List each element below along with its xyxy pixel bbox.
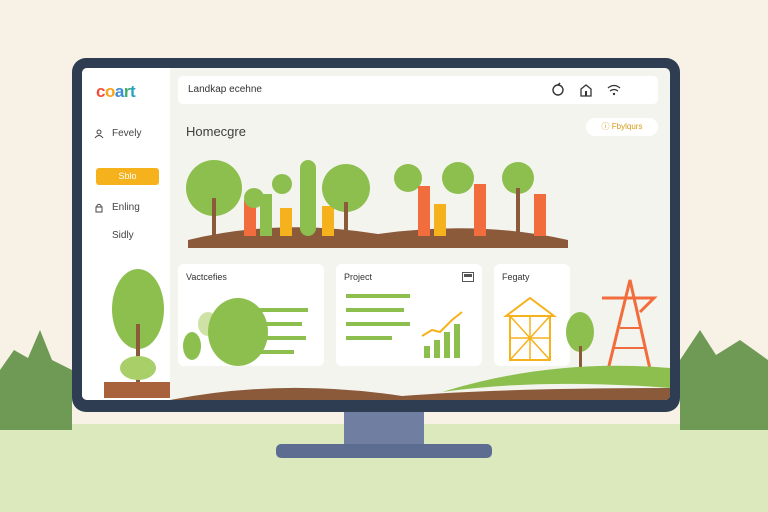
wifi-icon[interactable] (606, 82, 622, 98)
monitor-stand-neck (344, 412, 424, 446)
lock-icon (95, 203, 103, 212)
sidebar-item-sidly[interactable]: Sidly (112, 230, 134, 241)
sidebar-item-label: Enling (112, 202, 140, 213)
card-title: Project (344, 272, 373, 282)
ground-illustration (170, 365, 670, 400)
status-pill[interactable]: ⓘ Fbylqurs (586, 118, 658, 136)
sidebar-item-sblo[interactable]: Sblo (96, 168, 159, 185)
info-icon: ⓘ (601, 122, 612, 131)
monitor-frame: coart Fevely Sblo Enling Sidly Landkap e… (72, 58, 680, 412)
logo-letter: c (96, 82, 105, 101)
page-title: Homecgre (186, 124, 246, 139)
monitor-stand-base (276, 444, 492, 458)
logo-letter: t (129, 82, 136, 101)
refresh-icon[interactable] (550, 82, 566, 98)
logo-letter: a (114, 82, 124, 101)
logo-letter: o (104, 82, 115, 101)
sidebar-item-label: Fevely (112, 128, 142, 139)
card-title: Vactcefies (186, 272, 227, 282)
top-bar: Landkap ecehne (178, 76, 658, 104)
hero-garden-illustration (186, 160, 568, 248)
person-icon (94, 129, 104, 138)
search-input[interactable]: Landkap ecehne (188, 84, 262, 95)
pill-label: Fbylqurs (611, 122, 643, 131)
sidebar-item-enling[interactable]: Enling (94, 202, 140, 213)
app-screen: coart Fevely Sblo Enling Sidly Landkap e… (82, 68, 670, 400)
app-logo[interactable]: coart (96, 82, 136, 102)
sidebar-item-label: Sidly (112, 230, 134, 241)
home-icon[interactable] (578, 82, 594, 98)
sidebar-item-fevely[interactable]: Fevely (94, 128, 141, 139)
image-icon[interactable] (462, 272, 474, 282)
